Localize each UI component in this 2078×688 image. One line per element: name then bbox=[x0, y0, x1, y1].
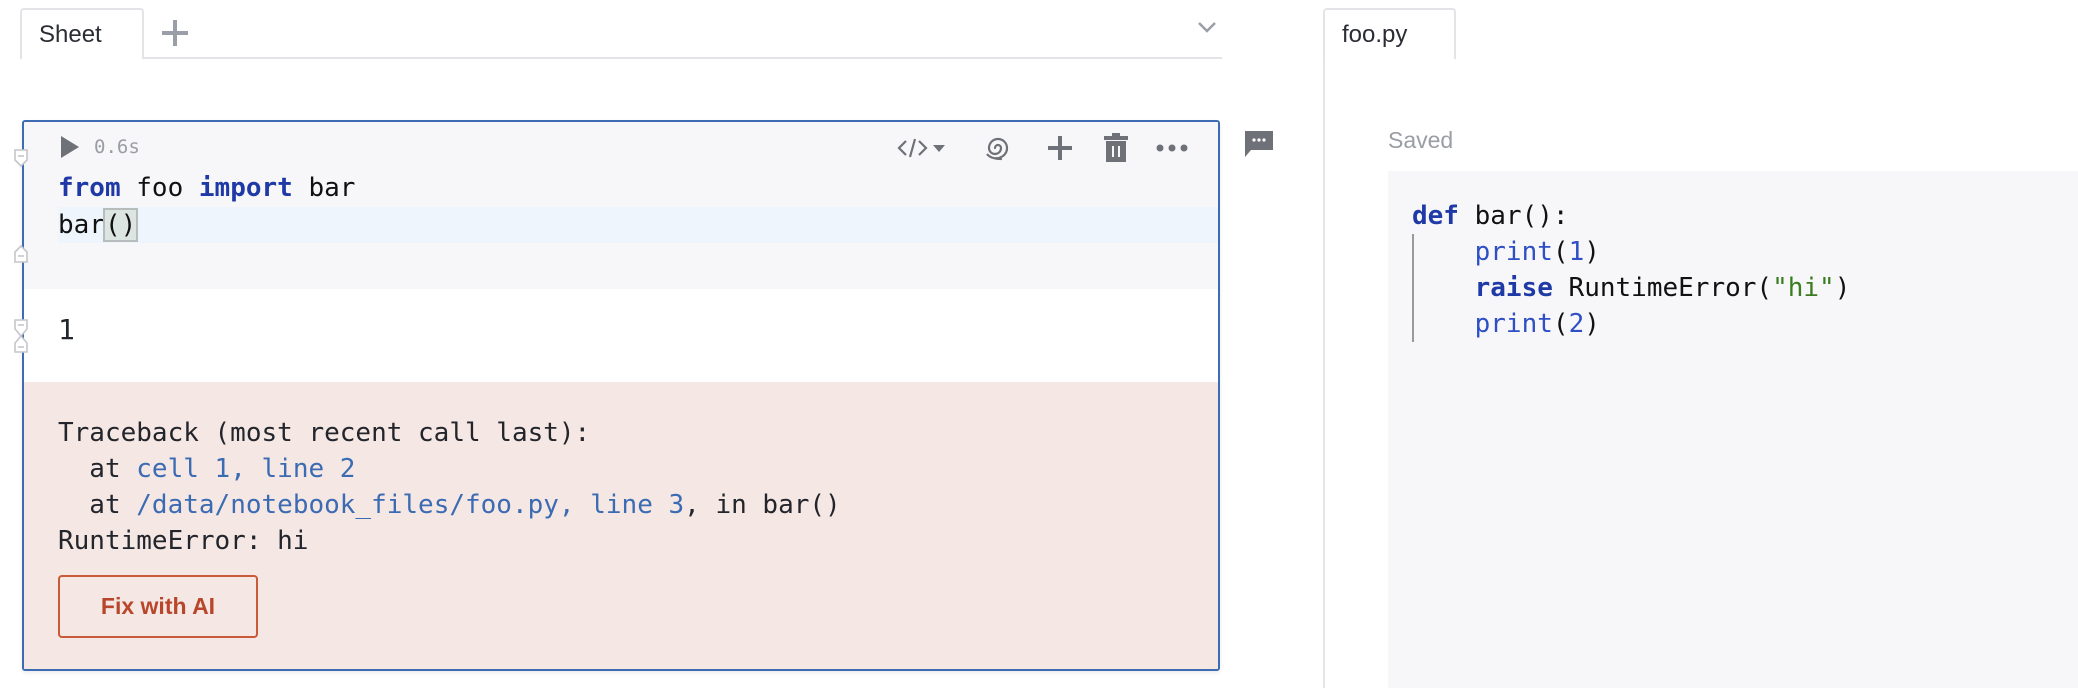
keyword: from bbox=[58, 173, 121, 203]
identifier: bar bbox=[292, 173, 356, 203]
add-cell-button[interactable] bbox=[1042, 130, 1078, 166]
identifier: RuntimeError( bbox=[1552, 273, 1773, 303]
editor-line-1: def bar(): bbox=[1412, 198, 1569, 234]
more-options-button[interactable] bbox=[1152, 130, 1192, 166]
traceback-header: Traceback (most recent call last): bbox=[58, 418, 591, 448]
tab-sheet-label: Sheet bbox=[39, 20, 102, 48]
error-output: Traceback (most recent call last): at ce… bbox=[24, 382, 1218, 669]
output-fold-icon[interactable] bbox=[13, 318, 29, 354]
paren: ) bbox=[1834, 273, 1851, 303]
trash-icon bbox=[1104, 133, 1128, 162]
save-status: Saved bbox=[1388, 127, 1454, 153]
identifier: bar(): bbox=[1458, 201, 1569, 231]
error-message: RuntimeError: hi bbox=[58, 526, 309, 556]
cell-output: 1 bbox=[24, 289, 1218, 382]
number: 1 bbox=[1568, 237, 1585, 267]
number: 2 bbox=[1568, 309, 1585, 339]
code-line-1: from foo import bar bbox=[58, 170, 355, 206]
paren: ) bbox=[1584, 237, 1600, 267]
delete-cell-button[interactable] bbox=[1098, 130, 1134, 166]
frame-suffix: , in bar() bbox=[684, 490, 841, 520]
builtin: print bbox=[1474, 237, 1553, 267]
paren: ( bbox=[1552, 237, 1569, 267]
output-text: 1 bbox=[58, 313, 75, 346]
string-literal: "hi" bbox=[1772, 273, 1835, 303]
tab-sheet[interactable]: Sheet bbox=[20, 8, 144, 59]
more-horizontal-icon bbox=[1156, 144, 1188, 152]
traceback-frame: at cell 1, line 2 bbox=[58, 451, 355, 487]
frame-prefix: at bbox=[58, 454, 137, 484]
fold-start-icon[interactable] bbox=[13, 148, 29, 168]
panel-divider[interactable] bbox=[1323, 58, 1325, 688]
keyword: def bbox=[1412, 201, 1459, 231]
builtin: print bbox=[1474, 309, 1553, 339]
keyword: raise bbox=[1474, 273, 1553, 303]
fix-with-ai-button[interactable]: Fix with AI bbox=[58, 575, 258, 638]
traceback-link-cell[interactable]: cell 1, line 2 bbox=[136, 454, 355, 484]
file-editor[interactable]: def bar(): print(1) raise RuntimeError("… bbox=[1388, 171, 2078, 688]
notebook-cell[interactable]: 0.6s from foo import bar bar() 1 Traceba… bbox=[22, 120, 1220, 671]
editor-line-4: print(2) bbox=[1412, 306, 1600, 342]
traceback-frame: at /data/notebook_files/foo.py, line 3, … bbox=[58, 487, 841, 523]
tab-foo-py-label: foo.py bbox=[1342, 20, 1408, 48]
ai-assist-button[interactable] bbox=[980, 130, 1016, 166]
run-cell-button[interactable] bbox=[58, 134, 82, 160]
add-tab-button[interactable] bbox=[160, 18, 190, 48]
keyword: import bbox=[198, 173, 293, 203]
cell-code-area[interactable]: 0.6s from foo import bar bar() bbox=[24, 122, 1218, 289]
tab-foo-py[interactable]: foo.py bbox=[1323, 8, 1456, 59]
frame-prefix: at bbox=[58, 490, 137, 520]
matched-parens: () bbox=[102, 208, 139, 242]
editor-line-2: print(1) bbox=[1412, 234, 1600, 270]
identifier: foo bbox=[120, 173, 199, 203]
current-line-highlight bbox=[58, 207, 1218, 243]
chevron-down-icon[interactable] bbox=[1196, 20, 1218, 34]
tab-strip-border bbox=[20, 57, 1222, 59]
execution-time: 0.6s bbox=[94, 136, 140, 158]
identifier: bar bbox=[58, 210, 105, 240]
paren: ) bbox=[1584, 309, 1600, 339]
play-icon bbox=[61, 136, 79, 158]
ai-spiral-icon bbox=[986, 137, 1009, 161]
dropdown-caret-icon bbox=[933, 145, 945, 152]
traceback-link-file[interactable]: /data/notebook_files/foo.py, line 3 bbox=[136, 490, 684, 520]
code-view-icon bbox=[897, 138, 945, 158]
code-view-button[interactable] bbox=[896, 130, 952, 166]
plus-icon bbox=[1048, 136, 1072, 160]
fold-end-icon[interactable] bbox=[13, 244, 29, 264]
editor-line-3: raise RuntimeError("hi") bbox=[1412, 270, 1851, 306]
code-line-2: bar() bbox=[58, 207, 139, 243]
paren: ( bbox=[1552, 309, 1569, 339]
comment-icon[interactable] bbox=[1244, 130, 1274, 158]
